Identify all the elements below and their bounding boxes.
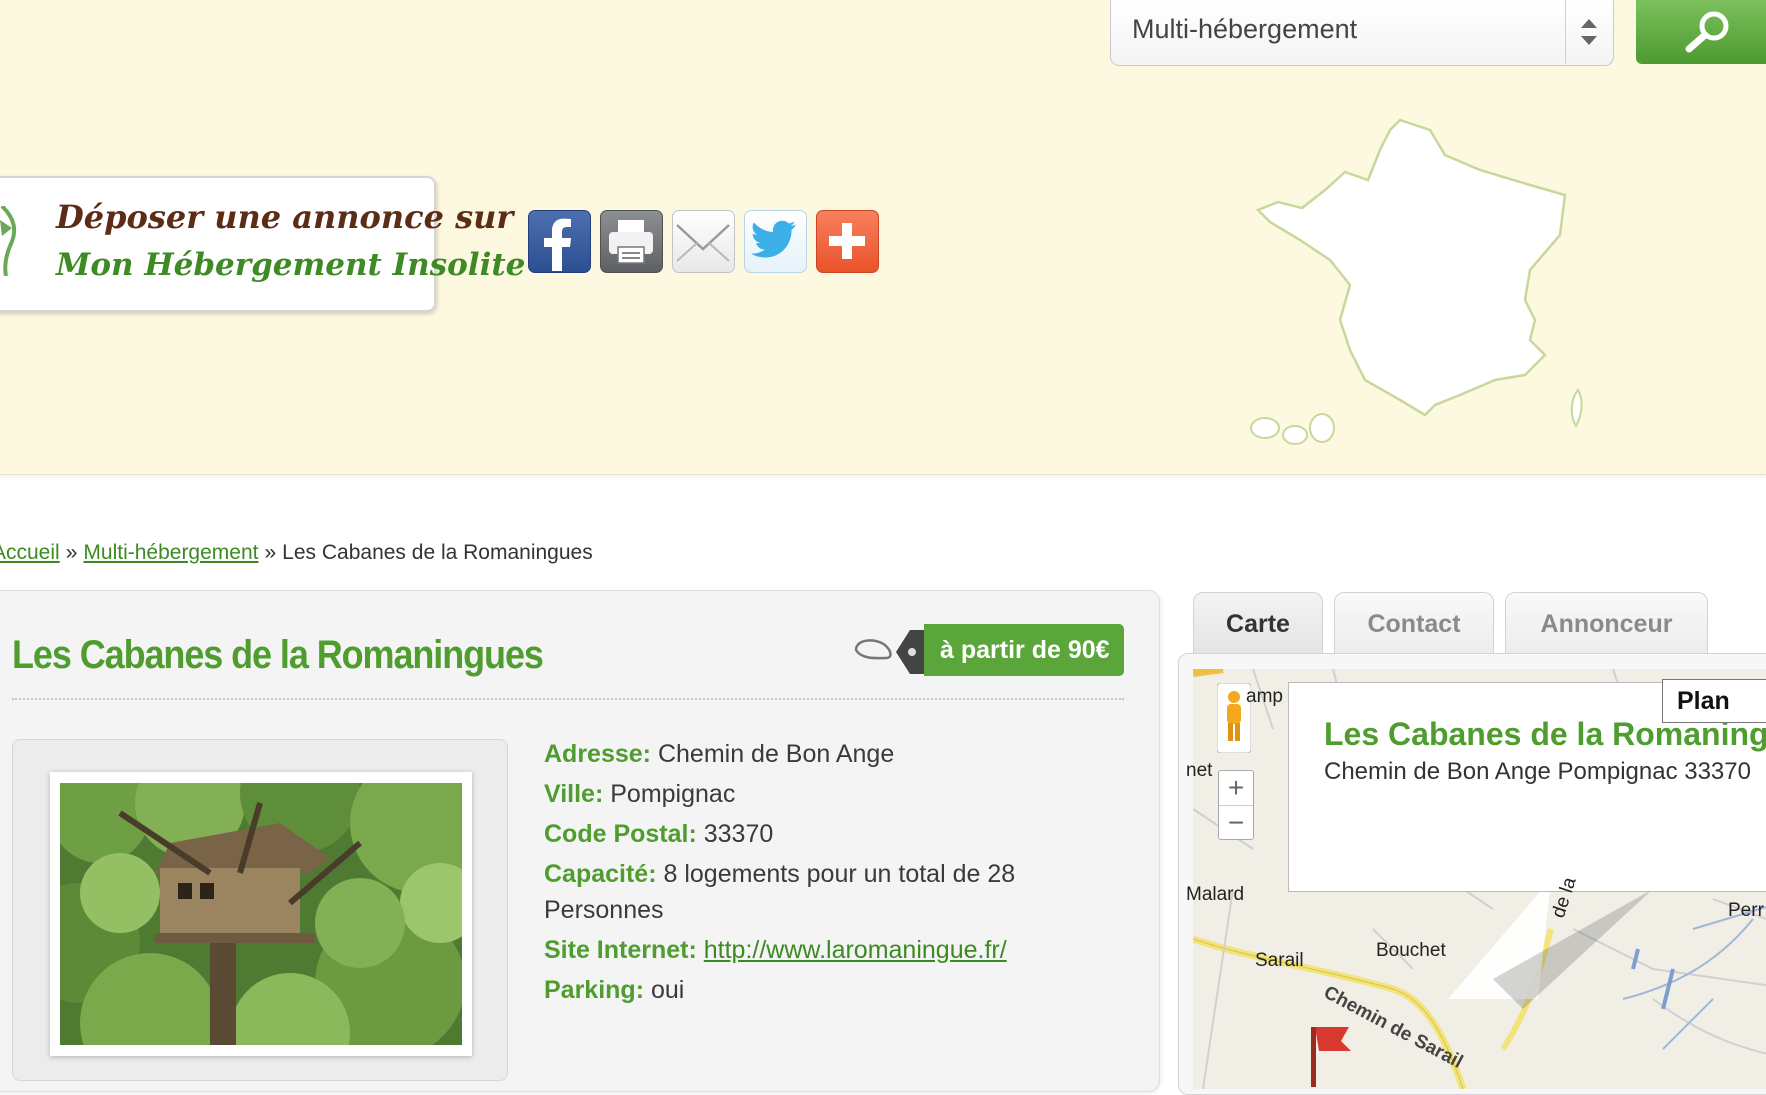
price-label: à partir de 90€ [924, 624, 1124, 676]
tab-carte[interactable]: Carte [1193, 592, 1323, 654]
facebook-icon[interactable] [528, 210, 591, 273]
detail-label: Code Postal: [544, 820, 697, 848]
tab-annonceur[interactable]: Annonceur [1505, 592, 1708, 654]
map-place-label: Bouchet [1376, 940, 1446, 961]
site-header: Multi-hébergement Déposer une annonce su… [0, 0, 1766, 475]
location-flag-icon[interactable] [1301, 1021, 1371, 1089]
map-place-label: net [1186, 760, 1213, 781]
breadcrumb-separator: » [65, 541, 78, 564]
listing-title: Les Cabanes de la Romaningues [12, 633, 544, 677]
zoom-out-button[interactable]: − [1219, 805, 1253, 840]
france-map-icon[interactable] [1230, 110, 1590, 450]
detail-city: Ville: Pompignac [544, 776, 1064, 812]
tab-contact[interactable]: Contact [1334, 592, 1494, 654]
breadcrumb-category-link[interactable]: Multi-hébergement [83, 541, 258, 564]
detail-parking: Parking: oui [544, 972, 1064, 1008]
more-icon[interactable] [816, 210, 879, 273]
detail-value: 33370 [703, 820, 774, 848]
title-divider [12, 698, 1124, 700]
detail-value: Pompignac [610, 780, 736, 808]
map-place-label: Perr [1728, 900, 1764, 921]
breadcrumb-current: Les Cabanes de la Romaningues [282, 541, 593, 564]
detail-value: oui [650, 976, 685, 1004]
treehouse-photo-icon [60, 783, 462, 1045]
email-icon[interactable] [672, 210, 735, 273]
tab-label: Contact [1367, 610, 1461, 638]
detail-label: Site Internet: [544, 936, 697, 964]
leaf-icon [0, 206, 17, 276]
listing-details: Adresse: Chemin de Bon Ange Ville: Pompi… [544, 736, 1064, 1012]
detail-label: Adresse: [544, 740, 651, 768]
detail-website: Site Internet: http://www.laromaningue.f… [544, 932, 1064, 968]
category-select[interactable]: Multi-hébergement [1110, 0, 1614, 66]
detail-capacity: Capacité: 8 logements pour un total de 2… [544, 856, 1064, 928]
detail-label: Parking: [544, 976, 645, 1004]
map-zoom-control: + − [1218, 770, 1254, 840]
search-button[interactable] [1636, 0, 1766, 64]
listing-photo[interactable] [50, 772, 472, 1056]
website-link[interactable]: http://www.laromaningue.fr/ [704, 936, 1007, 964]
breadcrumb: Accueil»Multi-hébergement»Les Cabanes de… [0, 541, 593, 565]
twitter-icon[interactable] [744, 210, 807, 273]
post-listing-banner[interactable]: Déposer une annonce sur Mon Hébergement … [0, 176, 525, 312]
tab-label: Carte [1226, 610, 1290, 638]
post-listing-line1: Déposer une annonce sur [56, 198, 514, 236]
detail-postal-code: Code Postal: 33370 [544, 816, 1064, 852]
breadcrumb-home-link[interactable]: Accueil [0, 541, 60, 564]
zoom-in-button[interactable]: + [1219, 771, 1253, 805]
post-listing-line2: Mon Hébergement Insolite [56, 247, 526, 283]
map-place-label: Malard [1186, 884, 1245, 905]
map-info-address: Chemin de Bon Ange Pompignac 33370 [1324, 758, 1751, 785]
print-icon[interactable] [600, 210, 663, 273]
map-type-plan-button[interactable]: Plan [1662, 679, 1766, 723]
detail-value: Chemin de Bon Ange [657, 740, 895, 768]
breadcrumb-separator: » [264, 541, 277, 564]
map-place-label: Sarail [1255, 950, 1304, 971]
detail-label: Capacité: [544, 860, 657, 888]
tab-label: Annonceur [1540, 610, 1673, 638]
detail-label: Ville: [544, 780, 604, 808]
magnifier-icon [1685, 11, 1729, 53]
category-select-value: Multi-hébergement [1132, 14, 1358, 44]
detail-address: Adresse: Chemin de Bon Ange [544, 736, 1064, 772]
map-place-label: amp [1246, 686, 1283, 707]
select-arrows-icon[interactable] [1565, 0, 1613, 64]
